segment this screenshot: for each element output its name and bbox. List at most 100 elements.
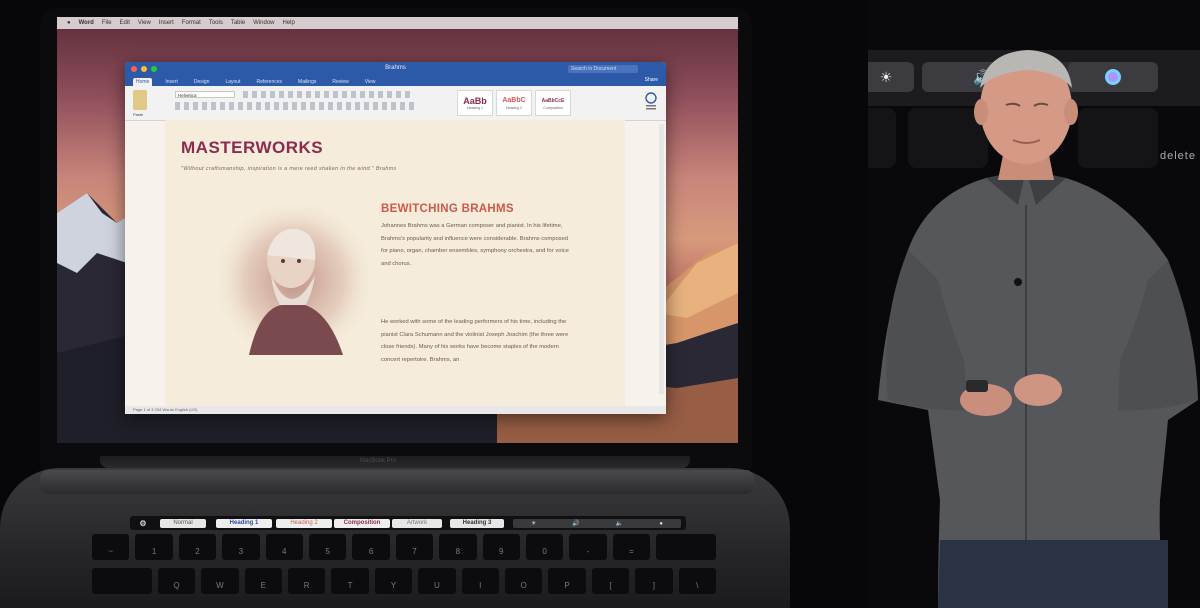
- formatting-toolbar[interactable]: [175, 102, 415, 110]
- key-minus[interactable]: -: [569, 534, 607, 560]
- key-o[interactable]: O: [504, 568, 543, 594]
- volume-icon[interactable]: 🔊: [572, 520, 579, 527]
- menubar-item[interactable]: Insert: [159, 20, 174, 26]
- body-paragraph: Johannes Brahms was a German composer an…: [381, 223, 569, 267]
- menubar-item[interactable]: Edit: [120, 20, 130, 26]
- key-equals[interactable]: =: [612, 534, 651, 560]
- style-heading-2[interactable]: AaBbC Heading 2: [496, 90, 532, 116]
- laptop-brand: MacBook Pro: [360, 458, 397, 464]
- touchbar-style-composition[interactable]: Composition: [334, 519, 390, 528]
- keyboard-row-qwerty: Q W E R T Y U I O P [ ] \: [92, 568, 716, 594]
- menubar-item[interactable]: Table: [231, 20, 245, 26]
- body-paragraph: He worked with some of the leading perfo…: [381, 319, 569, 363]
- touchbar-style-artwork[interactable]: Artwork: [392, 519, 442, 528]
- key-2[interactable]: 2: [178, 534, 217, 560]
- style-sample: AaBbC: [502, 97, 526, 104]
- style-name: Heading 2: [506, 106, 522, 110]
- style-name: Composition: [543, 106, 563, 110]
- clicker-remote: [966, 380, 988, 392]
- section-heading: BEWITCHING BRAHMS: [381, 203, 514, 215]
- keyboard: ~ 1 2 3 4 5 6 7 8 9 0 - = Q W E R T Y U …: [92, 534, 716, 608]
- styles-gallery: AaBb Heading 1 AaBbC Heading 2 AaBbCcE C…: [457, 90, 571, 116]
- tab-mailings[interactable]: Mailings: [295, 78, 319, 86]
- vertical-scrollbar[interactable]: [659, 124, 664, 394]
- key-8[interactable]: 8: [439, 534, 477, 560]
- tab-insert[interactable]: Insert: [162, 78, 181, 86]
- tab-home[interactable]: Home: [133, 78, 153, 86]
- style-name: Heading 1: [467, 106, 483, 110]
- siri-icon[interactable]: ●: [659, 521, 663, 527]
- key-p[interactable]: P: [548, 568, 586, 594]
- key-5[interactable]: 5: [308, 534, 347, 560]
- touchbar-style-heading-1[interactable]: Heading 1: [216, 519, 272, 528]
- menubar-item[interactable]: View: [138, 20, 151, 26]
- key-y[interactable]: Y: [374, 568, 413, 594]
- share-button[interactable]: Share: [645, 77, 658, 83]
- tab-references[interactable]: References: [253, 78, 285, 86]
- word-titlebar: Brahms Search in Document: [125, 62, 666, 76]
- brightness-icon[interactable]: ☀: [531, 520, 536, 527]
- touchbar-style-heading-2[interactable]: Heading 2: [276, 519, 332, 528]
- key-lbracket[interactable]: [: [591, 568, 630, 594]
- key-i[interactable]: I: [461, 568, 499, 594]
- key-backslash[interactable]: \: [678, 568, 716, 594]
- menubar-item[interactable]: Word: [79, 20, 94, 26]
- key-delete[interactable]: [656, 534, 716, 560]
- font-name-select[interactable]: Helvetica: [175, 91, 235, 98]
- search-input[interactable]: Search in Document: [568, 65, 638, 73]
- style-sample: AaBbCcE: [541, 98, 565, 104]
- menubar-item[interactable]: File: [102, 20, 112, 26]
- presenter-area: ☀ 🔊 delete: [868, 0, 1200, 608]
- tab-view[interactable]: View: [362, 78, 379, 86]
- stage: ● Word File Edit View Insert Format Tool…: [0, 0, 1200, 608]
- macos-menubar: ● Word File Edit View Insert Format Tool…: [57, 17, 738, 29]
- menubar-item[interactable]: Format: [182, 20, 201, 26]
- gear-icon[interactable]: ⚙: [137, 519, 149, 528]
- keyboard-row-numbers: ~ 1 2 3 4 5 6 7 8 9 0 - =: [92, 534, 716, 560]
- style-heading-1[interactable]: AaBb Heading 1: [457, 90, 493, 116]
- document-heading: MASTERWORKS: [181, 138, 324, 157]
- touchbar-style-heading-3[interactable]: Heading 3: [450, 519, 504, 528]
- laptop: ● Word File Edit View Insert Format Tool…: [0, 0, 868, 608]
- paste-button[interactable]: [133, 90, 147, 110]
- tab-design[interactable]: Design: [191, 78, 213, 86]
- key-w[interactable]: W: [201, 568, 239, 594]
- key-r[interactable]: R: [288, 568, 326, 594]
- presenter-photo: [878, 50, 1198, 608]
- menubar-item[interactable]: Window: [253, 20, 274, 26]
- styles-pane-icon[interactable]: [644, 92, 658, 112]
- style-sample: AaBb: [463, 96, 487, 106]
- touch-bar: ⚙ Normal Heading 1 Heading 2 Composition…: [130, 516, 686, 530]
- menubar-item[interactable]: Tools: [209, 20, 223, 26]
- menubar-item[interactable]: Help: [283, 20, 295, 26]
- key-9[interactable]: 9: [482, 534, 520, 560]
- key-3[interactable]: 3: [222, 534, 260, 560]
- document-quote: "Without craftsmanship, inspiration is a…: [181, 166, 397, 172]
- mute-icon[interactable]: 🔈: [616, 520, 623, 527]
- formatting-toolbar-top[interactable]: [243, 91, 413, 98]
- key-e[interactable]: E: [244, 568, 282, 594]
- key-backtick[interactable]: ~: [92, 534, 130, 560]
- tab-review[interactable]: Review: [329, 78, 351, 86]
- key-6[interactable]: 6: [352, 534, 390, 560]
- status-bar: Page 1 of 3 234 Words English (US): [125, 406, 666, 414]
- word-window: Brahms Search in Document Home Insert De…: [125, 62, 666, 414]
- key-t[interactable]: T: [331, 568, 369, 594]
- key-4[interactable]: 4: [265, 534, 303, 560]
- style-composition[interactable]: AaBbCcE Composition: [535, 90, 571, 116]
- touchbar-control-strip: ☀ 🔊 🔈 ●: [513, 519, 681, 528]
- key-1[interactable]: 1: [135, 534, 173, 560]
- key-u[interactable]: U: [418, 568, 456, 594]
- desktop-wallpaper: ● Word File Edit View Insert Format Tool…: [57, 17, 738, 443]
- touchbar-style-normal[interactable]: Normal: [160, 519, 206, 528]
- key-rbracket[interactable]: ]: [635, 568, 673, 594]
- key-0[interactable]: 0: [525, 534, 564, 560]
- apple-icon[interactable]: ●: [67, 20, 71, 26]
- key-q[interactable]: Q: [157, 568, 196, 594]
- tab-layout[interactable]: Layout: [222, 78, 243, 86]
- ribbon-tabs: Home Insert Design Layout References Mai…: [125, 76, 666, 86]
- key-tab[interactable]: [92, 568, 152, 594]
- brahms-portrait-image: [219, 205, 369, 355]
- key-7[interactable]: 7: [395, 534, 434, 560]
- document-page[interactable]: MASTERWORKS "Without craftsmanship, insp…: [165, 120, 625, 414]
